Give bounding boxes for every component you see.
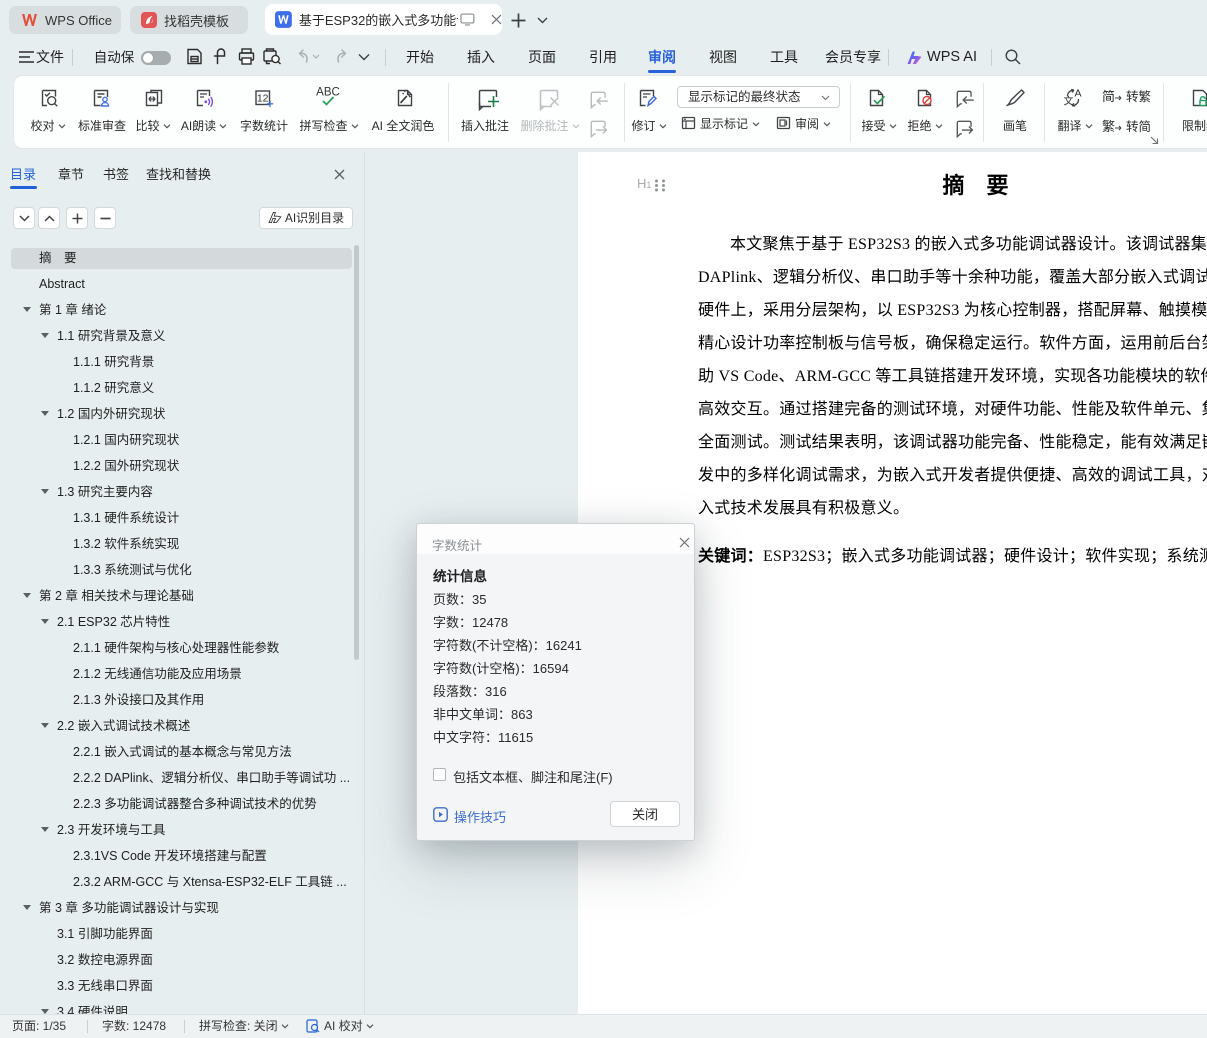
svg-text:A: A [1075, 88, 1082, 100]
svg-text:ABC: ABC [316, 87, 340, 99]
svg-text:12: 12 [257, 93, 269, 105]
